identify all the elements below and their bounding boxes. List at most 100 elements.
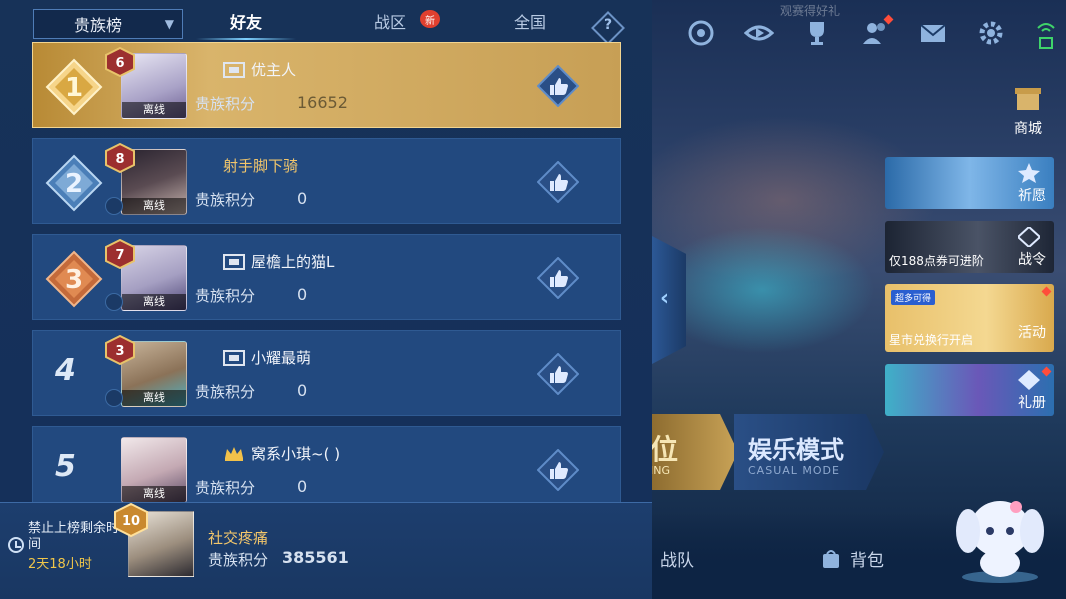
battle-pass-promo: 仅188点券可进阶 (889, 254, 984, 268)
vip-level-icon: 10 (114, 503, 148, 537)
help-button[interactable]: ? (591, 11, 625, 45)
ranked-mode-button[interactable]: 位 ING (652, 414, 738, 490)
vip-level-icon: 8 (105, 143, 135, 173)
score-label: 贵族积分 (195, 287, 256, 305)
gender-icon (105, 293, 123, 311)
status-offline: 离线 (122, 294, 186, 310)
like-thumb-icon[interactable] (537, 161, 579, 203)
rank-number: 4 (55, 353, 76, 388)
wish-card[interactable]: 祈愿 (885, 157, 1054, 209)
event-notify-dot (1041, 286, 1052, 297)
svip-crown-icon (225, 446, 243, 461)
ban-remaining-time: 2天18小时 (28, 557, 92, 572)
player-name-text: 屋檐上的猫L (251, 253, 335, 271)
gift-book-card[interactable]: 礼册 (885, 364, 1054, 416)
bag-icon (823, 549, 839, 568)
like-thumb-icon[interactable] (537, 65, 579, 107)
my-name: 社交疼痛 (208, 529, 269, 547)
nav-team-label: 战队 (660, 551, 694, 571)
leaderboard-row[interactable]: 5 离线 窝系小琪~( ) 贵族积分 0 (32, 426, 621, 512)
battle-pass-icon (1018, 227, 1040, 247)
leaderboard-row[interactable]: 2 离线 8 射手脚下骑 贵族积分 0 (32, 138, 621, 224)
like-thumb-icon[interactable] (537, 449, 579, 491)
score-value: 0 (297, 285, 308, 304)
player-name: 屋檐上的猫L (223, 251, 334, 272)
ranked-mode-title: 位 (652, 433, 679, 466)
tab-friends[interactable]: 好友 (196, 9, 296, 40)
leaderboard-row[interactable]: 1 离线 6 优主人 贵族积分 16652 (32, 42, 621, 128)
vip-level: 8 (115, 152, 124, 167)
my-score-label: 贵族积分 (208, 551, 269, 569)
rank-number: 5 (55, 449, 76, 484)
score-label: 贵族积分 (195, 191, 256, 209)
casual-mode-title: 娱乐模式 (748, 436, 844, 464)
rank-number: 1 (65, 73, 83, 103)
wish-icon (1018, 163, 1040, 183)
player-name-text: 窝系小琪~( ) (251, 445, 341, 463)
score-label: 贵族积分 (195, 383, 256, 401)
silver-rank-badge-icon: 2 (45, 154, 103, 212)
score-value: 16652 (297, 93, 348, 112)
tab-nation[interactable]: 全国 (480, 9, 580, 39)
casual-mode-button[interactable]: 娱乐模式 CASUAL MODE (734, 414, 884, 490)
score-value: 0 (297, 189, 308, 208)
leaderboard-row[interactable]: 4 离线 3 小耀最萌 贵族积分 0 (32, 330, 621, 416)
player-name: 小耀最萌 (223, 347, 311, 368)
shop-button[interactable]: 商城 (1006, 84, 1050, 138)
wifi-battery-icon (1037, 23, 1055, 49)
battle-pass-card[interactable]: 仅188点券可进阶 战令 (885, 221, 1054, 273)
like-thumb-icon[interactable] (537, 353, 579, 395)
status-offline: 离线 (122, 102, 186, 118)
mascot-pet[interactable] (954, 487, 1046, 585)
player-name-text: 射手脚下骑 (223, 157, 299, 175)
vip-level-icon: 6 (105, 47, 135, 77)
my-rank-bar: 禁止上榜剩余时间 2天18小时 10 社交疼痛 贵族积分 385561 (0, 502, 652, 599)
gold-rank-badge-icon: 1 (45, 58, 103, 116)
vip-level: 6 (115, 56, 124, 71)
score-value: 0 (297, 477, 308, 496)
gift-book-label: 礼册 (1018, 395, 1046, 411)
status-offline: 离线 (122, 486, 186, 502)
help-icon: ? (603, 17, 613, 34)
score-value: 0 (297, 381, 308, 400)
nav-bag[interactable]: 背包 (820, 546, 884, 571)
leaderboard-type-dropdown[interactable]: 贵族榜 ▼ (33, 9, 183, 39)
status-offline: 离线 (122, 390, 186, 406)
mail-icon[interactable] (914, 14, 952, 52)
dropdown-label: 贵族榜 (74, 16, 123, 35)
score-label: 贵族积分 (195, 95, 256, 113)
top-toolbar (682, 14, 1010, 52)
shop-icon (1015, 88, 1041, 110)
collapse-panel-button[interactable]: ‹ (652, 236, 686, 364)
settings-gear-icon[interactable] (972, 14, 1010, 52)
vip-level: 3 (115, 344, 124, 359)
shop-label: 商城 (1014, 121, 1042, 137)
score-label: 贵族积分 (195, 479, 256, 497)
gift-icon (1018, 370, 1040, 390)
player-name: 窝系小琪~( ) (223, 443, 340, 464)
player-name-text: 优主人 (251, 61, 297, 79)
replay-eye-icon[interactable] (740, 14, 778, 52)
event-card[interactable]: 超多可得 星市兑换行开启 活动 (885, 284, 1054, 352)
nobility-leaderboard-panel: 贵族榜 ▼ 好友 战区 新 全国 ? 1 离线 6 优主人 贵族积分 16652 (0, 0, 652, 599)
player-name-text: 小耀最萌 (251, 349, 312, 367)
target-icon[interactable] (682, 14, 720, 52)
player-name: 优主人 (223, 59, 296, 80)
trophy-icon[interactable] (798, 14, 836, 52)
rank-number: 3 (65, 265, 83, 295)
clock-icon (8, 537, 24, 553)
status-offline: 离线 (122, 198, 186, 214)
bronze-rank-badge-icon: 3 (45, 250, 103, 308)
vip-level: 7 (115, 248, 124, 263)
like-thumb-icon[interactable] (537, 257, 579, 299)
wish-label: 祈愿 (1018, 188, 1046, 204)
friends-icon[interactable] (856, 14, 894, 52)
chevron-left-icon: ‹ (660, 286, 670, 311)
vip-level-icon: 3 (105, 335, 135, 365)
leaderboard-row[interactable]: 3 离线 7 屋檐上的猫L 贵族积分 0 (32, 234, 621, 320)
leaderboard-tabs: 贵族榜 ▼ 好友 战区 新 全国 ? (0, 6, 652, 45)
casual-mode-sub: CASUAL MODE (748, 464, 840, 477)
my-score-value: 385561 (282, 548, 349, 567)
nav-team[interactable]: 战队 (660, 546, 694, 571)
gender-icon (105, 389, 123, 407)
